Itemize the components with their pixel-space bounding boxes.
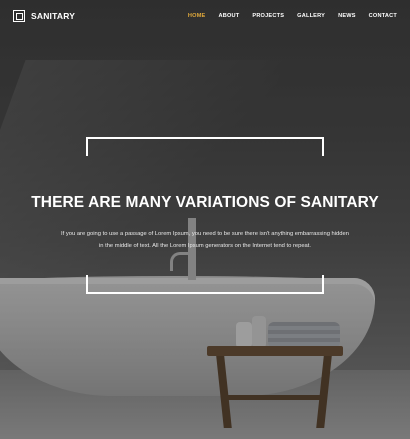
nav-projects[interactable]: PROJECTS [252, 13, 284, 19]
nav-home[interactable]: HOME [188, 13, 206, 19]
hero-background [0, 0, 410, 439]
logo[interactable]: SANITARY [13, 10, 75, 22]
nav-contact[interactable]: CONTACT [369, 13, 397, 19]
nav-about[interactable]: ABOUT [219, 13, 240, 19]
frame-bottom-bracket [86, 275, 324, 294]
logo-icon [13, 10, 25, 22]
dark-overlay [0, 0, 410, 439]
main-nav: HOME ABOUT PROJECTS GALLERY NEWS CONTACT [188, 13, 397, 19]
frame-top-bracket [86, 137, 324, 156]
nav-news[interactable]: NEWS [338, 13, 356, 19]
top-navbar: SANITARY HOME ABOUT PROJECTS GALLERY NEW… [0, 0, 410, 34]
hero-title: THERE ARE MANY VARIATIONS OF SANITARY [31, 194, 379, 212]
nav-gallery[interactable]: GALLERY [297, 13, 325, 19]
logo-text: SANITARY [31, 11, 76, 21]
hero-description: If you are going to use a passage of Lor… [61, 230, 349, 249]
